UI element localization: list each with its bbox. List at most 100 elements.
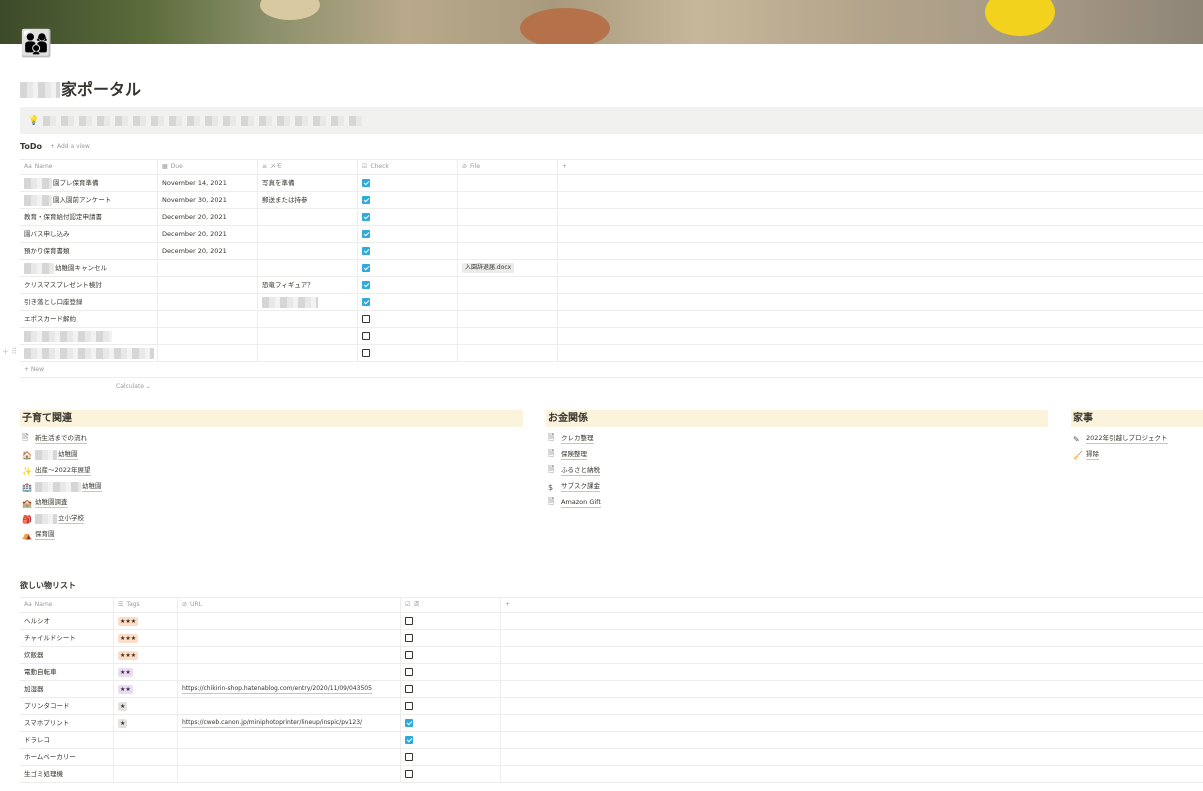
cell-due[interactable]: [158, 311, 258, 327]
checkbox[interactable]: [362, 298, 370, 306]
cell-file[interactable]: [458, 192, 558, 208]
cell-name[interactable]: [20, 345, 158, 361]
cell-url[interactable]: [178, 749, 401, 765]
checkbox[interactable]: [405, 651, 413, 659]
cell-name[interactable]: 生ゴミ処理機: [20, 766, 114, 782]
cell-memo[interactable]: [258, 260, 358, 276]
cell-name[interactable]: 引き落とし口座登録: [20, 294, 158, 310]
cell-name[interactable]: チャイルドシート: [20, 630, 114, 646]
page-link[interactable]: 🗎 クレカ整理: [546, 431, 1048, 447]
checkbox[interactable]: [362, 247, 370, 255]
cell-tags[interactable]: [114, 732, 178, 748]
checkbox[interactable]: [405, 770, 413, 778]
column-header-name[interactable]: Aa Name: [20, 598, 114, 612]
cell-file[interactable]: [458, 328, 558, 344]
cell-file[interactable]: [458, 209, 558, 225]
cell-file[interactable]: [458, 226, 558, 242]
cell-memo[interactable]: [258, 243, 358, 259]
cell-tags[interactable]: ★: [114, 698, 178, 714]
checkbox[interactable]: [362, 230, 370, 238]
cell-name[interactable]: 加湿器: [20, 681, 114, 697]
cell-due[interactable]: [158, 345, 258, 361]
table-row[interactable]: クリスマスプレゼント検討 恐竜フィギュア？: [20, 277, 1203, 294]
column-header-memo[interactable]: ≡ メモ: [258, 160, 358, 174]
cell-file[interactable]: [458, 277, 558, 293]
cell-name[interactable]: プリンタコード: [20, 698, 114, 714]
table-row[interactable]: [20, 328, 1203, 345]
priority-tag[interactable]: ★★: [118, 667, 133, 677]
page-link[interactable]: 🗎 新生活までの流れ: [20, 431, 523, 447]
cell-url[interactable]: [178, 732, 401, 748]
cell-name[interactable]: ドラレコ: [20, 732, 114, 748]
checkbox[interactable]: [362, 315, 370, 323]
cell-due[interactable]: November 30, 2021: [158, 192, 258, 208]
page-icon[interactable]: 👨‍👩‍👦: [20, 24, 62, 64]
priority-tag[interactable]: ★: [118, 718, 128, 728]
cell-due[interactable]: December 20, 2021: [158, 209, 258, 225]
url-link[interactable]: https://cweb.canon.jp/miniphotoprinter/l…: [182, 719, 363, 728]
cell-file[interactable]: [458, 175, 558, 191]
checkbox[interactable]: [405, 719, 413, 727]
page-link[interactable]: 🧹 掃除: [1071, 447, 1203, 463]
add-column-button[interactable]: +: [501, 598, 1203, 612]
table-row[interactable]: 園プレ保育準備 November 14, 2021 写真を準備: [20, 175, 1203, 192]
cell-name[interactable]: 園プレ保育準備: [20, 175, 158, 191]
page-link[interactable]: 🏥 幼稚園: [20, 479, 523, 495]
cell-memo[interactable]: 恐竜フィギュア？: [258, 277, 358, 293]
cell-file[interactable]: [458, 345, 558, 361]
cell-due[interactable]: November 14, 2021: [158, 175, 258, 191]
cell-due[interactable]: [158, 328, 258, 344]
cell-file[interactable]: [458, 294, 558, 310]
page-link[interactable]: 🏫 幼稚園調査: [20, 495, 523, 511]
cell-tags[interactable]: ★★: [114, 664, 178, 680]
cell-tags[interactable]: ★★★: [114, 630, 178, 646]
checkbox[interactable]: [405, 617, 413, 625]
table-row[interactable]: 生ゴミ処理機: [20, 766, 1203, 783]
cell-tags[interactable]: [114, 766, 178, 782]
page-title[interactable]: 家ポータル: [20, 78, 141, 102]
cell-memo[interactable]: [258, 328, 358, 344]
drag-handle-icon[interactable]: + ⠿: [2, 347, 17, 356]
callout[interactable]: 💡: [20, 107, 1203, 134]
page-link[interactable]: ✎ 2022年引越しプロジェクト: [1071, 431, 1203, 447]
column-header-file[interactable]: ⊘ File: [458, 160, 558, 174]
cell-memo[interactable]: [258, 345, 358, 361]
page-link[interactable]: 🗎 ふるさと納税: [546, 463, 1048, 479]
url-link[interactable]: https://chikirin-shop.hatenablog.com/ent…: [182, 685, 372, 694]
cell-memo[interactable]: 郵送または持参: [258, 192, 358, 208]
checkbox[interactable]: [405, 702, 413, 710]
table-row[interactable]: エポスカード解約: [20, 311, 1203, 328]
cell-tags[interactable]: [114, 749, 178, 765]
cell-name[interactable]: クリスマスプレゼント検討: [20, 277, 158, 293]
priority-tag[interactable]: ★★★: [118, 616, 139, 626]
priority-tag[interactable]: ★★: [118, 684, 133, 694]
checkbox[interactable]: [405, 753, 413, 761]
cell-memo[interactable]: [258, 226, 358, 242]
cell-url[interactable]: [178, 664, 401, 680]
table-row[interactable]: 園バス申し込み December 20, 2021: [20, 226, 1203, 243]
cell-due[interactable]: [158, 260, 258, 276]
cell-file[interactable]: [458, 243, 558, 259]
file-attachment[interactable]: 入園辞退届.docx: [462, 263, 515, 273]
page-link[interactable]: ⛺ 保育園: [20, 527, 523, 543]
checkbox[interactable]: [405, 736, 413, 744]
cell-file[interactable]: [458, 311, 558, 327]
wishlist-db-title[interactable]: 欲しい物リスト: [20, 580, 76, 591]
cell-name[interactable]: エポスカード解約: [20, 311, 158, 327]
new-row-button[interactable]: + New: [20, 362, 1203, 378]
table-row[interactable]: [20, 345, 1203, 362]
priority-tag[interactable]: ★: [118, 701, 128, 711]
column-header-check[interactable]: ☑ Check: [358, 160, 458, 174]
table-row[interactable]: ホームベーカリー: [20, 749, 1203, 766]
table-row[interactable]: 引き落とし口座登録: [20, 294, 1203, 311]
checkbox[interactable]: [362, 349, 370, 357]
table-row[interactable]: プリンタコード ★: [20, 698, 1203, 715]
table-row[interactable]: 教育・保育給付認定申請書 December 20, 2021: [20, 209, 1203, 226]
table-row[interactable]: 預かり保育書類 December 20, 2021: [20, 243, 1203, 260]
checkbox[interactable]: [405, 634, 413, 642]
cell-name[interactable]: 電動自転車: [20, 664, 114, 680]
page-link[interactable]: $ サブスク課金: [546, 479, 1048, 495]
cell-name[interactable]: 園バス申し込み: [20, 226, 158, 242]
checkbox[interactable]: [405, 685, 413, 693]
cell-file[interactable]: 入園辞退届.docx: [458, 260, 558, 276]
